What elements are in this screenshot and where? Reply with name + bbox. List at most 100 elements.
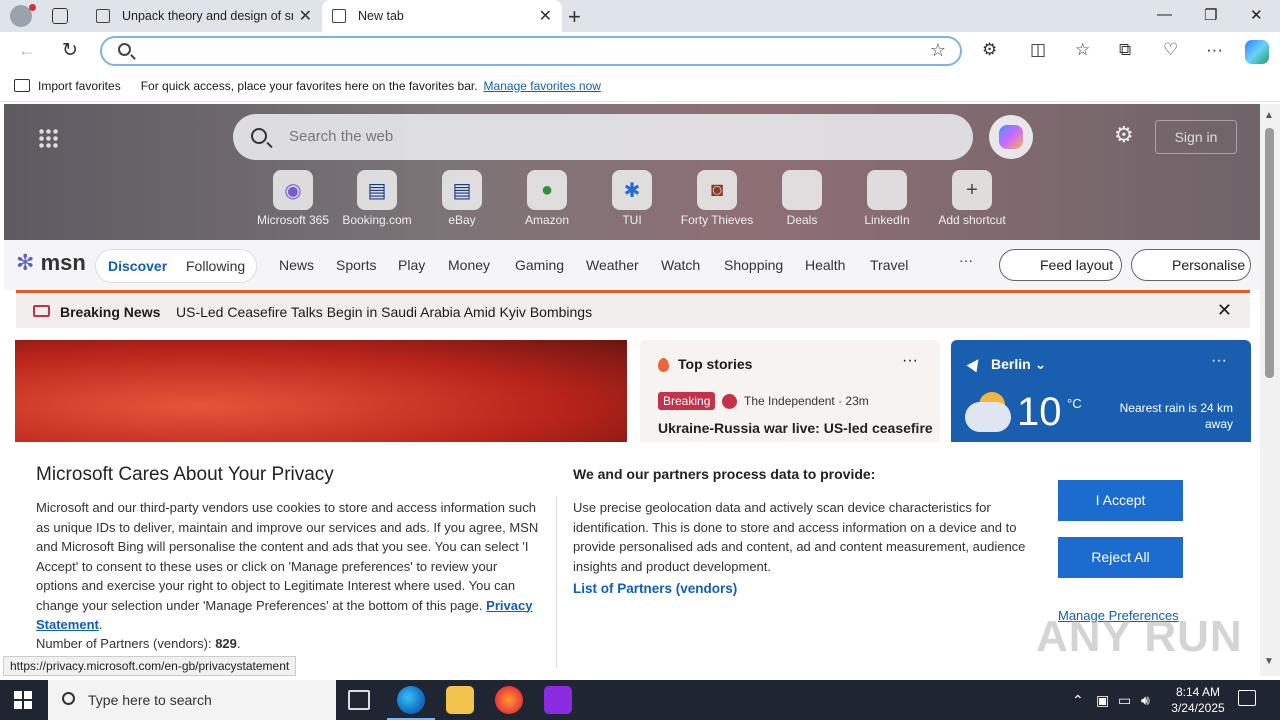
temperature: 10 [1017, 390, 1062, 434]
shortcut-booking[interactable]: ▤ Booking.com [334, 170, 420, 227]
breaking-news-banner[interactable]: Breaking News US-Led Ceasefire Talks Beg… [16, 290, 1250, 328]
shortcut-label: Add shortcut [938, 213, 1006, 227]
amazon-icon: ● [527, 170, 567, 210]
nav-health[interactable]: Health [805, 257, 845, 273]
nav-news[interactable]: News [279, 257, 314, 273]
manage-favorites-link[interactable]: Manage favorites now [484, 79, 601, 93]
split-screen-icon[interactable]: ◫ [1030, 40, 1046, 60]
shortcut-tui[interactable]: ✱ TUI [589, 170, 675, 227]
personalise-button[interactable]: Personalise [1131, 249, 1251, 281]
close-tab-icon[interactable]: ✕ [299, 6, 312, 26]
more-nav-icon[interactable]: ··· [959, 252, 973, 268]
nav-gaming[interactable]: Gaming [515, 257, 564, 273]
device-icon[interactable]: ▣ [1096, 692, 1109, 709]
close-tab-icon[interactable]: ✕ [539, 6, 552, 26]
app-launcher-icon[interactable] [38, 128, 58, 148]
sign-in-button[interactable]: Sign in [1155, 120, 1237, 154]
windows-start-icon[interactable] [14, 691, 32, 709]
more-options-icon[interactable]: ··· [1211, 352, 1227, 370]
shortcut-label: TUI [622, 213, 642, 227]
featured-story-image[interactable] [15, 340, 627, 442]
feed-layout-button[interactable]: Feed layout [999, 249, 1122, 281]
data-processing-body: Use precise geolocation data and activel… [573, 500, 1026, 574]
collections-icon[interactable]: ⧉ [1119, 40, 1131, 60]
linkedin-icon [867, 170, 907, 210]
import-icon [14, 79, 30, 92]
nav-sports[interactable]: Sports [336, 257, 376, 273]
network-icon[interactable]: ▭ [1118, 692, 1131, 709]
notifications-icon[interactable] [1238, 690, 1256, 706]
tab-unpack-theory[interactable]: Unpack theory and design of sm ✕ [86, 0, 322, 32]
close-window-icon[interactable]: ✕ [1250, 6, 1263, 24]
import-favorites-button[interactable]: Import favorites [38, 79, 121, 93]
favorites-hint: For quick access, place your favorites h… [140, 78, 478, 93]
minimize-icon[interactable]: — [1157, 6, 1172, 23]
breaking-news-headline[interactable]: US-Led Ceasefire Talks Begin in Saudi Ar… [176, 304, 592, 320]
divider [556, 496, 557, 668]
app-icon[interactable] [544, 686, 572, 714]
personalise-label: Personalise [1172, 257, 1246, 273]
new-tab-button[interactable]: + [568, 4, 581, 30]
m365-icon: ◉ [273, 170, 313, 210]
shortcut-label: LinkedIn [864, 213, 910, 227]
tui-icon: ✱ [612, 170, 652, 210]
nav-play[interactable]: Play [398, 257, 425, 273]
extensions-icon[interactable]: ⚙ [982, 40, 997, 60]
add-shortcut-button[interactable]: + Add shortcut [929, 170, 1015, 227]
edge-icon[interactable] [387, 686, 435, 720]
back-icon[interactable]: ← [18, 40, 36, 61]
plus-icon: + [952, 170, 992, 210]
more-menu-icon[interactable]: ··· [1206, 40, 1223, 60]
tab-following[interactable]: Following [186, 258, 245, 274]
nav-shopping[interactable]: Shopping [724, 257, 783, 273]
web-search-box[interactable]: Search the web [233, 114, 973, 160]
scroll-up-icon[interactable]: ▲ [1264, 110, 1274, 121]
shortcut-ebay[interactable]: ▤ eBay [419, 170, 505, 227]
address-bar[interactable]: ☆ [100, 36, 962, 66]
story-headline[interactable]: Ukraine-Russia war live: US-led ceasefir… [658, 420, 933, 436]
tab-discover[interactable]: Discover [108, 258, 167, 274]
scroll-down-icon[interactable]: ▼ [1264, 656, 1274, 667]
location-arrow-icon [966, 355, 984, 373]
accept-button[interactable]: I Accept [1058, 480, 1183, 521]
nav-travel[interactable]: Travel [870, 257, 908, 273]
booking-icon: ▤ [357, 170, 397, 210]
volume-icon[interactable]: 🔊︎ [1141, 692, 1150, 709]
favorites-icon[interactable]: ☆ [1075, 40, 1090, 60]
tab-actions-icon[interactable] [52, 8, 68, 24]
settings-gear-icon[interactable]: ⚙ [1114, 122, 1134, 148]
breaking-news-label: Breaking News [60, 304, 161, 320]
nav-money[interactable]: Money [448, 257, 490, 273]
weather-card[interactable]: Berlin ⌄ ··· 10 °C Nearest rain is 24 km… [951, 340, 1251, 442]
refresh-icon[interactable]: ↻ [62, 39, 78, 62]
list-of-partners-link[interactable]: List of Partners (vendors) [573, 581, 737, 596]
favorite-star-icon[interactable]: ☆ [930, 40, 946, 61]
shortcut-linkedin[interactable]: LinkedIn [844, 170, 930, 227]
firefox-icon[interactable] [495, 686, 523, 714]
tab-new-tab[interactable]: New tab ✕ [322, 0, 562, 32]
shortcut-amazon[interactable]: ● Amazon [504, 170, 590, 227]
scroll-thumb[interactable] [1265, 128, 1274, 378]
system-clock[interactable]: 8:14 AM 3/24/2025 [1162, 684, 1234, 716]
file-explorer-icon[interactable] [446, 686, 474, 714]
restore-icon[interactable]: ❐ [1204, 6, 1217, 24]
copilot-button[interactable] [989, 115, 1033, 159]
tray-overflow-icon[interactable]: ⌃ [1072, 692, 1084, 709]
weather-location[interactable]: Berlin ⌄ [991, 356, 1046, 373]
browser-essentials-icon[interactable]: ♡ [1163, 40, 1178, 60]
more-options-icon[interactable]: ··· [902, 352, 918, 370]
reject-all-button[interactable]: Reject All [1058, 537, 1183, 578]
close-icon[interactable]: ✕ [1217, 300, 1232, 321]
page-scrollbar[interactable]: ▲ ▼ [1260, 104, 1280, 676]
nav-watch[interactable]: Watch [661, 257, 700, 273]
taskbar-search[interactable]: Type here to search [48, 680, 336, 720]
nav-weather[interactable]: Weather [586, 257, 639, 273]
copilot-icon[interactable] [1245, 40, 1269, 64]
task-view-icon[interactable] [348, 690, 370, 710]
msn-logo[interactable]: ✻ msn [16, 250, 86, 276]
shortcut-forty-thieves[interactable]: ◙ Forty Thieves [674, 170, 760, 227]
shortcut-deals[interactable]: Deals [759, 170, 845, 227]
clock-time: 8:14 AM [1175, 685, 1221, 699]
search-icon [118, 43, 131, 56]
shortcut-microsoft-365[interactable]: ◉ Microsoft 365 [250, 170, 336, 227]
